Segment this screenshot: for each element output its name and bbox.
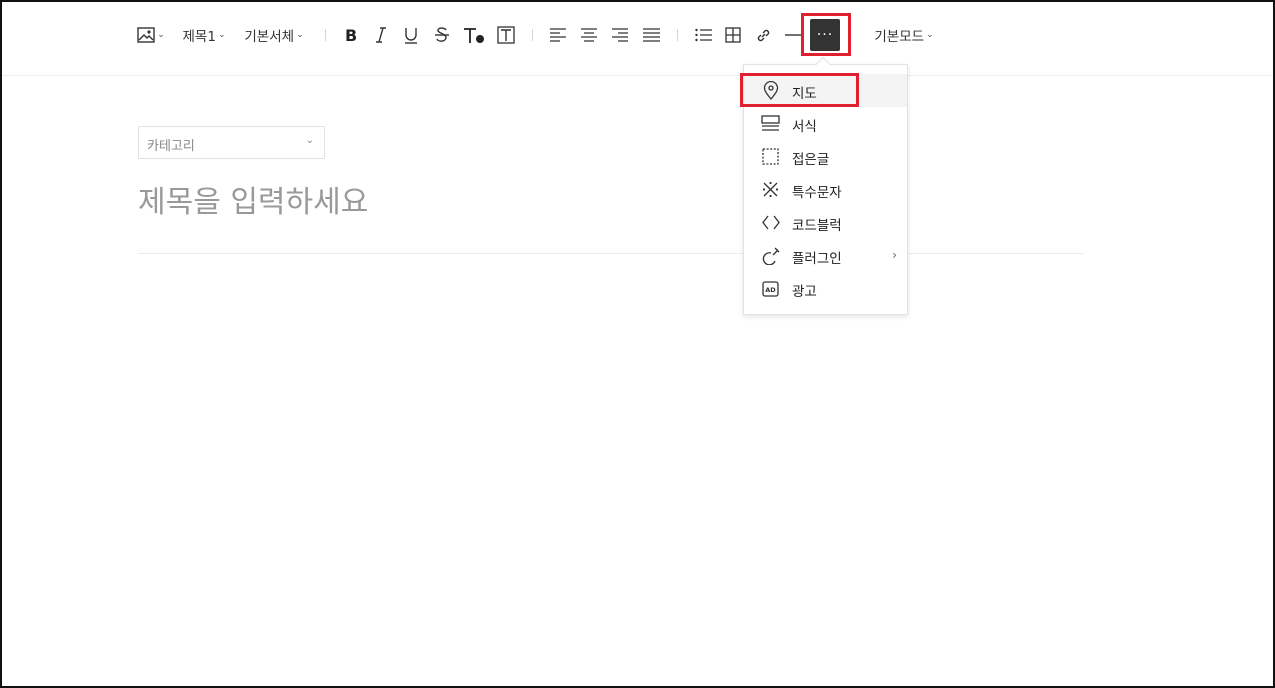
category-select-label: 카테고리 [147, 139, 195, 154]
chevron-down-icon: ⌄ [926, 30, 934, 40]
ad-icon: AD [761, 279, 780, 298]
table-icon [725, 27, 741, 43]
table-button[interactable] [722, 20, 744, 50]
insert-image-button[interactable]: ⌄ [136, 20, 166, 50]
menu-item-fold[interactable]: 접은글 [744, 140, 907, 173]
editor-mode-select[interactable]: 기본모드 ⌄ [870, 20, 938, 50]
svg-text:AD: AD [765, 286, 776, 294]
code-icon [761, 213, 780, 232]
toolbar-divider [677, 29, 678, 41]
special-char-icon [761, 180, 780, 199]
plugin-icon [761, 246, 780, 265]
align-center-button[interactable] [578, 20, 600, 50]
align-justify-button[interactable] [640, 20, 662, 50]
more-options-menu: 지도 서식 접은글 특수문자 코드블럭 플러그인 › AD 광고 [743, 64, 908, 315]
align-justify-icon [642, 28, 660, 42]
menu-item-label: 서식 [792, 119, 817, 135]
template-icon [761, 114, 780, 133]
menu-item-ad[interactable]: AD 광고 [744, 272, 907, 305]
strikethrough-icon [435, 27, 449, 43]
menu-item-map[interactable]: 지도 [744, 74, 907, 107]
underline-icon [404, 27, 418, 44]
menu-item-plugin[interactable]: 플러그인 › [744, 239, 907, 272]
menu-item-label: 플러그인 [792, 251, 842, 267]
heading-select[interactable]: 제목1 ⌄ [180, 20, 228, 50]
align-left-icon [550, 28, 566, 42]
align-left-button[interactable] [547, 20, 569, 50]
strikethrough-button[interactable] [431, 20, 453, 50]
chevron-down-icon: ⌄ [296, 30, 304, 40]
horizontal-line-icon [785, 33, 801, 37]
link-button[interactable] [752, 20, 774, 50]
italic-button[interactable] [370, 20, 392, 50]
title-input[interactable] [138, 180, 1084, 224]
title-divider [138, 253, 1084, 254]
bullet-list-button[interactable] [692, 20, 714, 50]
chevron-right-icon: › [892, 248, 897, 262]
heading-select-label: 제목1 [182, 29, 216, 45]
more-options-button[interactable]: ··· [810, 19, 840, 51]
chevron-down-icon: ⌄ [157, 30, 165, 40]
link-icon [755, 27, 772, 44]
align-center-icon [581, 28, 597, 42]
underline-button[interactable] [400, 20, 422, 50]
chevron-down-icon: ⌄ [217, 30, 226, 40]
menu-item-label: 특수문자 [792, 185, 842, 201]
svg-text:B: B [345, 27, 357, 43]
italic-icon [374, 27, 388, 43]
bold-icon: B [344, 27, 358, 43]
editor-toolbar: ⌄ 제목1 ⌄ 기본서체 ⌄ B ··· 기본모드 ⌄ [0, 0, 1275, 76]
text-background-icon [497, 26, 515, 44]
toolbar-divider [532, 29, 533, 41]
menu-item-label: 지도 [792, 86, 817, 102]
bold-button[interactable]: B [340, 20, 362, 50]
menu-item-code-block[interactable]: 코드블럭 [744, 206, 907, 239]
image-icon [137, 27, 155, 43]
align-right-button[interactable] [609, 20, 631, 50]
text-color-button[interactable] [462, 20, 486, 50]
font-select[interactable]: 기본서체 ⌄ [240, 20, 308, 50]
bullet-list-icon [694, 28, 712, 42]
toolbar-divider [325, 29, 326, 41]
text-background-button[interactable] [495, 20, 517, 50]
menu-item-template[interactable]: 서식 [744, 107, 907, 140]
window-frame [0, 0, 1275, 688]
category-select[interactable]: 카테고리 ⌄ [138, 126, 325, 159]
editor-mode-label: 기본모드 [874, 29, 925, 45]
more-dots-icon: ··· [816, 27, 834, 43]
fold-box-icon [761, 147, 780, 166]
font-select-label: 기본서체 [244, 29, 295, 45]
horizontal-rule-button[interactable] [783, 20, 803, 50]
chevron-down-icon: ⌄ [305, 135, 314, 146]
align-right-icon [612, 28, 628, 42]
menu-item-special-char[interactable]: 특수문자 [744, 173, 907, 206]
map-pin-icon [761, 81, 780, 100]
menu-item-label: 광고 [792, 284, 817, 300]
menu-item-label: 코드블럭 [792, 218, 842, 234]
text-color-icon [463, 27, 485, 44]
menu-item-label: 접은글 [792, 152, 830, 168]
